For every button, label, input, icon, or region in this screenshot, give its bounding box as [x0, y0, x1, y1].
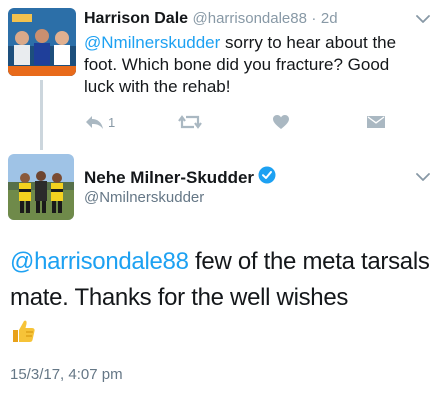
- chevron-down-icon[interactable]: [416, 14, 430, 24]
- thumbs-up-emoji-icon: [10, 318, 36, 349]
- main-tweet-text: @harrisondale88 few of the meta tarsals …: [10, 244, 436, 316]
- direct-message-icon: [366, 114, 386, 130]
- reply-timestamp[interactable]: 2d: [321, 10, 338, 27]
- reply-count: 1: [108, 114, 116, 130]
- main-mention-link[interactable]: @harrisondale88: [10, 248, 189, 275]
- main-author-name-row: Nehe Milner-Skudder: [84, 166, 276, 189]
- reply-tweet-text: @Nmilnerskudder sorry to hear about the …: [84, 32, 424, 98]
- reply-author-name[interactable]: Harrison Dale: [84, 10, 188, 27]
- main-author-handle[interactable]: @Nmilnerskudder: [84, 189, 204, 206]
- main-author-avatar[interactable]: [8, 154, 74, 220]
- reply-header: Harrison Dale @harrisondale88 · 2d: [84, 10, 338, 28]
- main-author-name[interactable]: Nehe Milner-Skudder: [84, 168, 254, 188]
- reply-icon: [84, 114, 104, 130]
- verified-badge-icon: [258, 166, 276, 189]
- main-tweet-timestamp[interactable]: 15/3/17, 4:07 pm: [10, 366, 123, 383]
- reply-action-bar: 1: [84, 112, 414, 132]
- chevron-down-icon[interactable]: [416, 172, 430, 182]
- like-icon: [272, 114, 290, 130]
- reply-author-handle[interactable]: @harrisondale88: [193, 10, 307, 27]
- thread-connector-line: [40, 80, 43, 150]
- reply-mention-link[interactable]: @Nmilnerskudder: [84, 33, 220, 52]
- reply-time-separator: ·: [311, 10, 317, 27]
- reply-author-avatar[interactable]: [8, 8, 76, 76]
- tweet-conversation: Harrison Dale @harrisondale88 · 2d @Nmil…: [0, 0, 442, 400]
- retweet-icon: [178, 114, 202, 130]
- retweet-button[interactable]: [178, 112, 202, 132]
- like-button[interactable]: [272, 112, 290, 132]
- reply-button[interactable]: 1: [84, 112, 115, 132]
- direct-message-button[interactable]: [366, 112, 386, 132]
